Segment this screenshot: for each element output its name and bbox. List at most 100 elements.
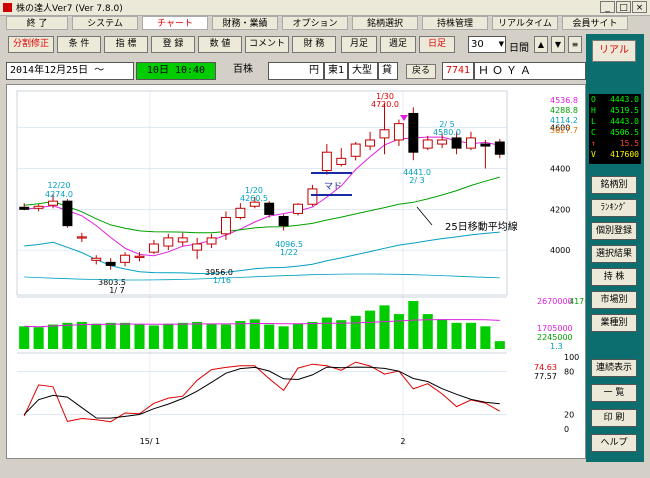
menu-holdings[interactable]: 持株管理 xyxy=(422,16,488,30)
realtime-button[interactable]: リアル xyxy=(592,40,636,62)
by-industry-button[interactable]: 業種別 xyxy=(591,314,637,332)
x-axis-label: 15/ 1 xyxy=(140,437,161,446)
quote-row: C 4506.5 xyxy=(591,128,639,137)
quote-panel: O 4443.0 H 4519.5 L 4443.0 C 4506.5 ↑ 15.5 V4… xyxy=(589,94,641,164)
volume-ratio-line xyxy=(24,273,500,281)
volume-bar xyxy=(134,324,145,349)
candle-body xyxy=(105,261,116,266)
volume-bar xyxy=(235,321,246,349)
candle-body xyxy=(177,237,188,243)
volume-bar xyxy=(321,317,332,349)
down-arrow-button[interactable]: ▼ xyxy=(551,36,565,53)
quote-row: ↑ 15.5 xyxy=(591,139,639,148)
split-adjust-button[interactable]: 分割修正 xyxy=(8,36,54,53)
holdings-button[interactable]: 持 株 xyxy=(591,268,637,286)
by-market-button[interactable]: 市場別 xyxy=(591,291,637,309)
help-button[interactable]: ヘルプ xyxy=(591,434,637,452)
candle-body xyxy=(62,200,73,227)
up-arrow-button[interactable]: ▲ xyxy=(534,36,548,53)
volume-labels: 26700004176000 170500022450001.3 xyxy=(537,297,605,351)
period-select[interactable]: 30 ▼ xyxy=(468,36,506,53)
volume-bar xyxy=(336,320,347,349)
volume-bar xyxy=(480,326,491,349)
candle-body xyxy=(48,200,58,206)
menu-lines-button[interactable]: ≡ xyxy=(568,36,582,53)
monthly-button[interactable]: 月足 xyxy=(341,36,377,53)
values-button[interactable]: 数 値 xyxy=(198,36,242,53)
volume-bar xyxy=(292,323,304,349)
volume-bar xyxy=(120,322,131,349)
candle-body xyxy=(422,139,433,149)
candle-body xyxy=(134,255,145,258)
volume-bar xyxy=(350,315,361,349)
close-button[interactable]: × xyxy=(632,1,647,13)
candle-body xyxy=(19,206,30,210)
app-icon xyxy=(3,3,12,12)
by-stock-button[interactable]: 銘柄別 xyxy=(591,176,637,194)
ma-value-label: 4536.8 xyxy=(550,96,578,105)
print-button[interactable]: 印 刷 xyxy=(591,409,637,427)
type-label: 貸 xyxy=(378,62,398,80)
price-tick-label: 4400 xyxy=(550,165,570,174)
ma-value-labels: 4536.84288.84114.23627.7 xyxy=(550,96,578,135)
menu-realtime[interactable]: リアルタイム xyxy=(492,16,558,30)
volume-bar xyxy=(393,314,404,349)
volume-label: 1705000 xyxy=(537,324,573,333)
candle-body xyxy=(148,243,159,253)
daily-button[interactable]: 日足 xyxy=(419,36,455,53)
toolbar: 分割修正 条 件 指 標 登 録 数 値 コメント 財 務 月足 週足 日足 3… xyxy=(6,34,586,56)
list-button[interactable]: 一 覧 xyxy=(591,384,637,402)
date-field: 2014年12月25日 ～ xyxy=(6,62,134,80)
volume-bar xyxy=(220,324,232,349)
volume-label: 1.3 xyxy=(550,342,563,351)
chart-area[interactable]: 4000 4200 4400 4600 4536.8 4288.8 4114.2 3627.… xyxy=(6,84,605,459)
stock-code: 7741 xyxy=(442,62,474,80)
volume-bar xyxy=(437,319,448,349)
indicator-button[interactable]: 指 標 xyxy=(104,36,148,53)
period-value: 30 xyxy=(471,39,484,50)
osc-tick-label: 100 xyxy=(564,353,579,362)
volume-bars xyxy=(17,273,507,349)
individual-register-button[interactable]: 個別登録 xyxy=(591,222,637,240)
register-button[interactable]: 登 録 xyxy=(151,36,195,53)
price-annotation: 4260.5 xyxy=(240,194,268,203)
maximize-button[interactable]: □ xyxy=(616,1,631,13)
volume-bar xyxy=(76,321,87,349)
candle-body xyxy=(466,137,476,149)
weekly-button[interactable]: 週足 xyxy=(380,36,416,53)
quote-row: L 4443.0 xyxy=(591,117,639,126)
title-bar: 株の達人Ver7 (Ver 7.8.0) _ □ × xyxy=(0,0,650,16)
volume-bar xyxy=(105,322,116,349)
osc-value-label: 74.63 xyxy=(534,363,557,372)
volume-bar xyxy=(408,301,419,349)
minimize-button[interactable]: _ xyxy=(600,1,615,13)
time-field: 10日 10:40 xyxy=(136,62,216,80)
menu-chart[interactable]: チャート xyxy=(142,16,208,30)
quote-row: H 4519.5 xyxy=(591,106,639,115)
volume-label: 2245000 xyxy=(537,333,573,342)
price-annotation: 4580.0 xyxy=(433,128,461,137)
stock-name: ＨＯＹＡ xyxy=(474,62,586,80)
menu-system[interactable]: システム xyxy=(72,16,138,30)
price-annotation: 4274.0 xyxy=(45,190,73,199)
osc-slow-line xyxy=(23,366,500,419)
candle-body xyxy=(480,143,491,147)
menu-option[interactable]: オプション xyxy=(282,16,348,30)
candle-body xyxy=(393,123,404,141)
finance-button[interactable]: 財 務 xyxy=(292,36,336,53)
quote-row: V 417600 xyxy=(591,150,639,159)
comment-button[interactable]: コメント xyxy=(245,36,289,53)
back-button[interactable]: 戻る xyxy=(406,64,436,79)
menu-stock-select[interactable]: 銘柄選択 xyxy=(352,16,418,30)
price-annotation: 1/22 xyxy=(280,248,298,257)
menu-member-site[interactable]: 会員サイト xyxy=(562,16,628,30)
candle-body xyxy=(408,112,419,153)
menu-exit[interactable]: 終 了 xyxy=(6,16,68,30)
volume-bar xyxy=(379,305,390,349)
menu-finance[interactable]: 財務・業績 xyxy=(212,16,278,30)
ranking-button[interactable]: ﾗﾝｷﾝｸﾞ xyxy=(591,199,637,217)
currency-label: 円 xyxy=(268,62,324,80)
condition-button[interactable]: 条 件 xyxy=(57,36,101,53)
continuous-display-button[interactable]: 連続表示 xyxy=(591,359,637,377)
selection-result-button[interactable]: 選択結果 xyxy=(591,245,637,263)
